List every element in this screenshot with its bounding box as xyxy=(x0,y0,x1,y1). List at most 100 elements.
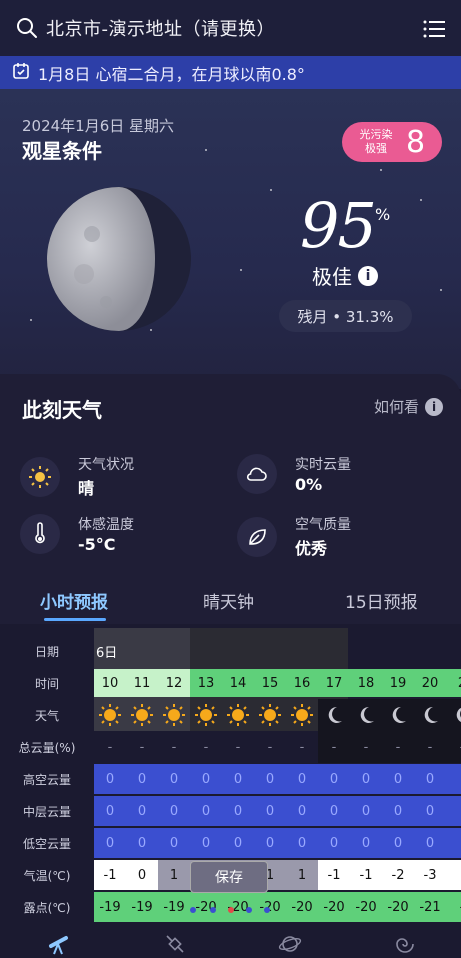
air-quality-label: 空气质量 xyxy=(295,517,351,533)
top-bar: 北京市-演示地址（请更换） xyxy=(0,0,461,56)
light-pollution-level: 极强 xyxy=(365,142,387,155)
temperature-cell: 1 xyxy=(169,868,179,883)
hour-cell[interactable]: 16 xyxy=(286,676,318,691)
leaf-icon xyxy=(237,516,277,557)
event-bar[interactable]: 1月8日 心宿二合月，在月球以南0.8° xyxy=(0,56,461,89)
row-label: 日期 xyxy=(34,645,59,659)
satellite-icon[interactable] xyxy=(163,932,187,956)
telescope-icon[interactable] xyxy=(48,932,72,956)
how-to-read-text: 如何看 xyxy=(373,398,419,416)
dew-point-cell: -19 xyxy=(131,900,153,915)
feels-like-value: -5°C xyxy=(78,535,116,554)
low-cloud-cell: 0 xyxy=(169,836,179,851)
drag-dot xyxy=(246,907,252,913)
moon-icon xyxy=(354,703,378,727)
tab-hourly[interactable]: 小时预报 xyxy=(40,588,108,613)
high-cloud-cell: 0 xyxy=(233,772,243,787)
mid-cloud-cell: 0 xyxy=(265,804,275,819)
total-cloud-cell: - xyxy=(363,740,369,755)
moon-icon xyxy=(450,703,461,727)
high-cloud-cell: 0 xyxy=(105,772,115,787)
cloud-cover-value: 0% xyxy=(295,475,323,494)
hour-cell[interactable]: 18 xyxy=(350,676,382,691)
info-icon: i xyxy=(425,397,443,416)
hour-cell[interactable]: 20 xyxy=(414,676,446,691)
feels-like-item: 体感温度 -5°C xyxy=(20,514,134,554)
moon-icon xyxy=(322,703,346,727)
dew-point-cell: -20 xyxy=(387,900,409,915)
light-pollution-value: 8 xyxy=(406,124,426,160)
event-text: 1月8日 心宿二合月，在月球以南0.8° xyxy=(38,64,305,84)
total-cloud-cell: - xyxy=(427,740,433,755)
high-cloud-cell: 0 xyxy=(329,772,339,787)
hour-cell[interactable]: 11 xyxy=(126,676,158,691)
row-label: 气温(℃) xyxy=(23,869,71,883)
location-text[interactable]: 北京市-演示地址（请更换） xyxy=(46,15,275,41)
mid-cloud-cell: 0 xyxy=(169,804,179,819)
temperature-cell: 0 xyxy=(137,868,147,883)
light-pollution-badge[interactable]: 光污染 极强 8 xyxy=(342,122,442,162)
total-cloud-cell: - xyxy=(235,740,241,755)
row-label: 露点(℃) xyxy=(23,901,71,915)
mid-cloud-cell: 0 xyxy=(105,804,115,819)
hour-cell[interactable]: 15 xyxy=(254,676,286,691)
mid-cloud-cell: 0 xyxy=(329,804,339,819)
rating[interactable]: 极佳 i xyxy=(312,261,378,290)
row-label: 高空云量 xyxy=(22,773,71,787)
hour-cell[interactable]: 17 xyxy=(318,676,350,691)
sun-icon xyxy=(290,703,314,727)
row-label: 中层云量 xyxy=(22,805,71,819)
weather-condition-value: 晴 xyxy=(78,479,95,498)
hero-title: 观星条件 xyxy=(22,139,102,163)
mid-cloud-cell: 0 xyxy=(233,804,243,819)
low-cloud-cell: 0 xyxy=(329,836,339,851)
active-tab-indicator xyxy=(44,618,106,621)
hour-cell[interactable]: 14 xyxy=(222,676,254,691)
drag-dot xyxy=(190,907,196,913)
temperature-cell: -1 xyxy=(359,868,373,883)
hour-cell[interactable]: 10 xyxy=(94,676,126,691)
low-cloud-cell: 0 xyxy=(425,836,435,851)
dew-point-cell: -21 xyxy=(419,900,441,915)
drag-dot xyxy=(210,907,216,913)
light-pollution-label: 光污染 xyxy=(359,128,393,141)
moon-phase-image xyxy=(47,187,191,331)
total-cloud-cell: - xyxy=(139,740,145,755)
total-cloud-cell: - xyxy=(171,740,177,755)
tab-15-day[interactable]: 15日预报 xyxy=(345,588,418,613)
air-quality-value: 优秀 xyxy=(295,539,328,558)
total-cloud-cell: - xyxy=(446,740,461,755)
low-cloud-cell: 0 xyxy=(393,836,403,851)
how-to-read-link[interactable]: 如何看 i xyxy=(374,396,443,417)
tab-clear-sky-clock[interactable]: 晴天钟 xyxy=(203,588,254,613)
low-cloud-cell: 0 xyxy=(201,836,211,851)
hour-cell[interactable]: 12 xyxy=(158,676,190,691)
bottom-nav xyxy=(0,928,461,958)
weather-condition-label: 天气状况 xyxy=(78,457,134,473)
hour-cell[interactable]: 2 xyxy=(446,676,461,691)
row-label: 低空云量 xyxy=(22,837,71,851)
temperature-cell: -1 xyxy=(327,868,341,883)
list-icon[interactable] xyxy=(423,20,445,38)
total-cloud-cell: - xyxy=(395,740,401,755)
row-label: 天气 xyxy=(34,709,59,723)
search-icon[interactable] xyxy=(16,17,38,39)
sun-icon xyxy=(226,703,250,727)
cloud-icon xyxy=(237,454,277,494)
hour-cell[interactable]: 19 xyxy=(382,676,414,691)
temperature-cell: -3 xyxy=(423,868,437,883)
low-cloud-cell: 0 xyxy=(137,836,147,851)
dew-point-cell: -19 xyxy=(99,900,121,915)
save-button[interactable]: 保存 xyxy=(190,861,268,893)
hour-cell[interactable]: 13 xyxy=(190,676,222,691)
high-cloud-cell: 0 xyxy=(201,772,211,787)
temp-cell-bg xyxy=(446,860,461,890)
low-cloud-cell: 0 xyxy=(105,836,115,851)
cloud-cover-label: 实时云量 xyxy=(295,457,351,473)
sun-icon xyxy=(20,456,60,497)
dew-point-cell: -20 xyxy=(323,900,345,915)
planet-icon[interactable] xyxy=(278,932,302,956)
galaxy-icon[interactable] xyxy=(393,932,417,956)
mid-cloud-cell: 0 xyxy=(393,804,403,819)
info-icon[interactable]: i xyxy=(358,265,378,286)
